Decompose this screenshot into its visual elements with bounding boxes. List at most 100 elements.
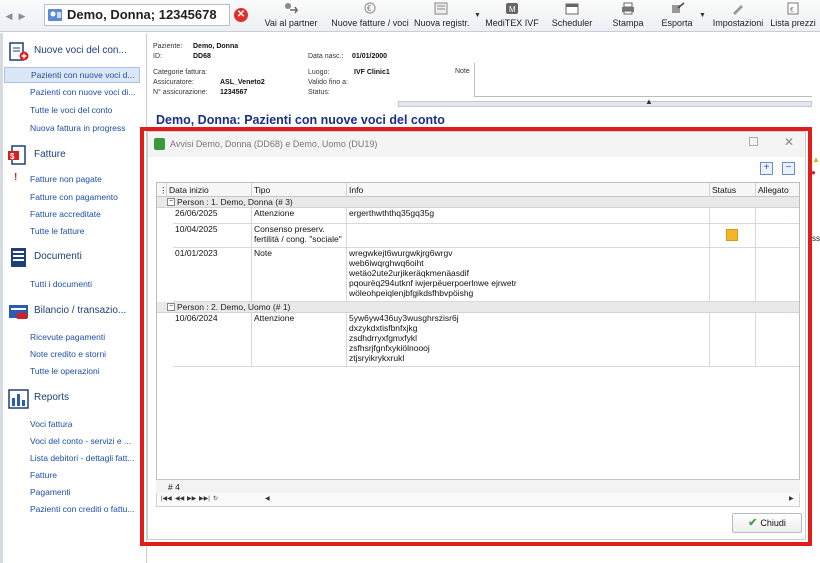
sidebar-section-documents[interactable]: Documenti — [8, 246, 82, 270]
partner-button[interactable]: Vai al partner — [258, 1, 324, 31]
svg-text:$: $ — [10, 152, 15, 161]
column-header-attachment[interactable]: Allegato — [756, 183, 799, 197]
column-header-status[interactable]: Status — [710, 183, 756, 197]
cell-start-date[interactable]: 10/04/2025 — [173, 224, 252, 248]
print-button[interactable]: Stampa — [606, 1, 650, 31]
scroll-left-icon[interactable]: ◀ — [265, 495, 270, 502]
sidebar-section-invoices[interactable]: $ Fatture — [8, 144, 66, 168]
patient-icon — [48, 9, 62, 21]
collapse-group-icon[interactable]: − — [167, 198, 175, 206]
last-record-icon[interactable]: ▶▶| — [199, 495, 210, 502]
birthdate-value: 01/01/2000 — [352, 53, 388, 60]
warning-icon: ▲ — [812, 155, 820, 164]
sidebar-item-debtors-list[interactable]: Lista debitori - dettagli fatt... — [30, 452, 142, 464]
cell-type[interactable]: Consenso preserv. fertilità / cong. "soc… — [252, 224, 347, 248]
sidebar-item-all-invoices[interactable]: Tutte le fatture — [30, 225, 142, 237]
settings-button[interactable]: Impostazioni — [710, 1, 766, 31]
column-chooser-icon[interactable]: ⋮ — [157, 183, 167, 197]
sidebar-section-reports[interactable]: Reports — [8, 387, 69, 411]
alerts-grid: ⋮ Data inizio Tipo Info Status Allegato … — [156, 182, 800, 495]
column-header-start-date[interactable]: Data inizio — [167, 183, 252, 197]
sidebar-item-all-items[interactable]: Tutte le voci del conto — [30, 104, 142, 116]
sidebar-item-credit-notes[interactable]: Note credito e storni — [30, 348, 142, 360]
cell-attachment[interactable] — [756, 224, 799, 248]
cell-status[interactable] — [710, 208, 756, 224]
header-collapse-bar[interactable]: ▲ — [398, 97, 812, 107]
sidebar-item-invoice-items[interactable]: Voci fattura — [30, 418, 142, 430]
cell-start-date[interactable]: 26/06/2025 — [173, 208, 252, 224]
close-icon[interactable]: ✕ — [784, 135, 794, 149]
id-label: ID: — [153, 53, 162, 60]
cell-info[interactable] — [347, 224, 710, 248]
expand-all-button[interactable]: + — [760, 162, 773, 175]
cell-start-date[interactable]: 10/06/2024 — [173, 313, 252, 367]
back-arrow-icon[interactable]: ◀ — [4, 9, 14, 23]
group-row[interactable]: − Person : 2. Demo, Uomo (# 1) — [157, 302, 799, 313]
cell-info[interactable]: 5yw6yw436uy3wusghrszisr6j dxzykdxtisfbnf… — [347, 313, 710, 367]
sidebar-section-balance[interactable]: Bilancio / transazio... — [8, 300, 126, 324]
prev-record-icon[interactable]: ◀◀ — [175, 495, 184, 502]
price-list-button[interactable]: € Lista prezzi — [768, 1, 818, 31]
invoice-icon: $ — [8, 145, 26, 165]
cell-attachment[interactable] — [756, 208, 799, 224]
sidebar-item-report-invoices[interactable]: Fatture — [30, 469, 142, 481]
printer-icon — [622, 2, 634, 15]
export-dropdown-icon[interactable]: ▼ — [699, 12, 706, 19]
first-record-icon[interactable]: |◀◀ — [161, 495, 172, 502]
sidebar-item-credited-invoices[interactable]: Fatture accreditate — [30, 208, 142, 220]
collapse-group-icon[interactable]: − — [167, 303, 175, 311]
group-label: Person : 2. Demo, Uomo (# 1) — [177, 302, 291, 312]
sidebar-item-invoices-with-payment[interactable]: Fatture con pagamento — [30, 191, 142, 203]
price-list-icon: € — [787, 2, 799, 15]
column-header-type[interactable]: Tipo — [252, 183, 347, 197]
meditex-button[interactable]: M MediTEX IVF — [480, 1, 544, 31]
note-field[interactable] — [474, 63, 812, 97]
invoice-categories-label: Categorie fattura: — [153, 69, 208, 76]
close-button[interactable]: ✔ Chiudi — [732, 513, 802, 533]
cell-type[interactable]: Note — [252, 248, 347, 302]
new-invoices-button[interactable]: € Nuove fatture / voci — [330, 1, 410, 31]
maximize-icon[interactable]: ☐ — [748, 135, 759, 149]
clear-patient-button[interactable]: ✕ — [234, 8, 248, 22]
cell-status[interactable] — [710, 313, 756, 367]
cell-status[interactable] — [710, 224, 756, 248]
sidebar-item-invoice-in-progress[interactable]: Nuova fattura in progress — [30, 122, 142, 134]
sidebar-item-payment-receipts[interactable]: Ricevute pagamenti — [30, 331, 142, 343]
cell-type[interactable]: Attenzione — [252, 313, 347, 367]
location-value: IVF Clinic1 — [354, 69, 390, 76]
sidebar-section-title: Bilancio / transazio... — [34, 305, 127, 316]
sidebar-item-unpaid-invoices[interactable]: Fatture non pagate — [30, 173, 142, 185]
patient-selector[interactable]: Demo, Donna; 12345678 — [44, 4, 230, 26]
refresh-icon[interactable]: ↻ — [213, 495, 218, 502]
sidebar-item-patients-new-items-2[interactable]: Pazienti con nuove voci di... — [30, 86, 142, 98]
scheduler-button[interactable]: Scheduler — [548, 1, 596, 31]
scroll-right-icon[interactable]: ▶ — [789, 495, 794, 502]
cell-info[interactable]: wregwkejt6wurgwkjrg6wrgv web6iwqrghwq6oi… — [347, 248, 710, 302]
chevron-up-icon[interactable]: ▲ — [645, 97, 653, 106]
note-label: Note — [455, 68, 470, 75]
forward-arrow-icon[interactable]: ▶ — [17, 9, 27, 23]
cell-attachment[interactable] — [756, 313, 799, 367]
sidebar-item-all-operations[interactable]: Tutte le operazioni — [30, 365, 142, 377]
cell-status[interactable] — [710, 248, 756, 302]
document-icon — [11, 248, 26, 267]
sidebar-item-all-documents[interactable]: Tutti i documenti — [30, 278, 142, 290]
collapse-all-button[interactable]: − — [782, 162, 795, 175]
export-button[interactable]: Esporta — [655, 1, 699, 31]
column-header-info[interactable]: Info — [347, 183, 710, 197]
cell-info[interactable]: ergerthwththq35gq35g — [347, 208, 710, 224]
cell-start-date[interactable]: 01/01/2023 — [173, 248, 252, 302]
sidebar-item-payments[interactable]: Pagamenti — [30, 486, 142, 498]
group-row[interactable]: − Person : 1. Demo, Donna (# 3) — [157, 197, 799, 208]
next-record-icon[interactable]: ▶▶ — [187, 495, 196, 502]
cell-attachment[interactable] — [756, 248, 799, 302]
sidebar-section-new-items[interactable]: Nuove voci del con... — [8, 40, 127, 64]
new-registration-button[interactable]: Nuova registr. — [414, 1, 470, 31]
sidebar-item-patients-credits[interactable]: Pazienti con crediti o fattu... — [30, 503, 142, 515]
svg-text:M: M — [509, 5, 516, 14]
dialog-titlebar[interactable]: Avvisi Demo, Donna (DD68) e Demo, Uomo (… — [148, 132, 805, 157]
sidebar-item-account-items-services[interactable]: Voci del conto - servizi e ... — [30, 435, 142, 447]
valid-until-label: Valido fino a: — [308, 79, 348, 86]
cell-type[interactable]: Attenzione — [252, 208, 347, 224]
sidebar-item-patients-new-items[interactable]: Pazienti con nuove voci d... — [4, 67, 140, 83]
